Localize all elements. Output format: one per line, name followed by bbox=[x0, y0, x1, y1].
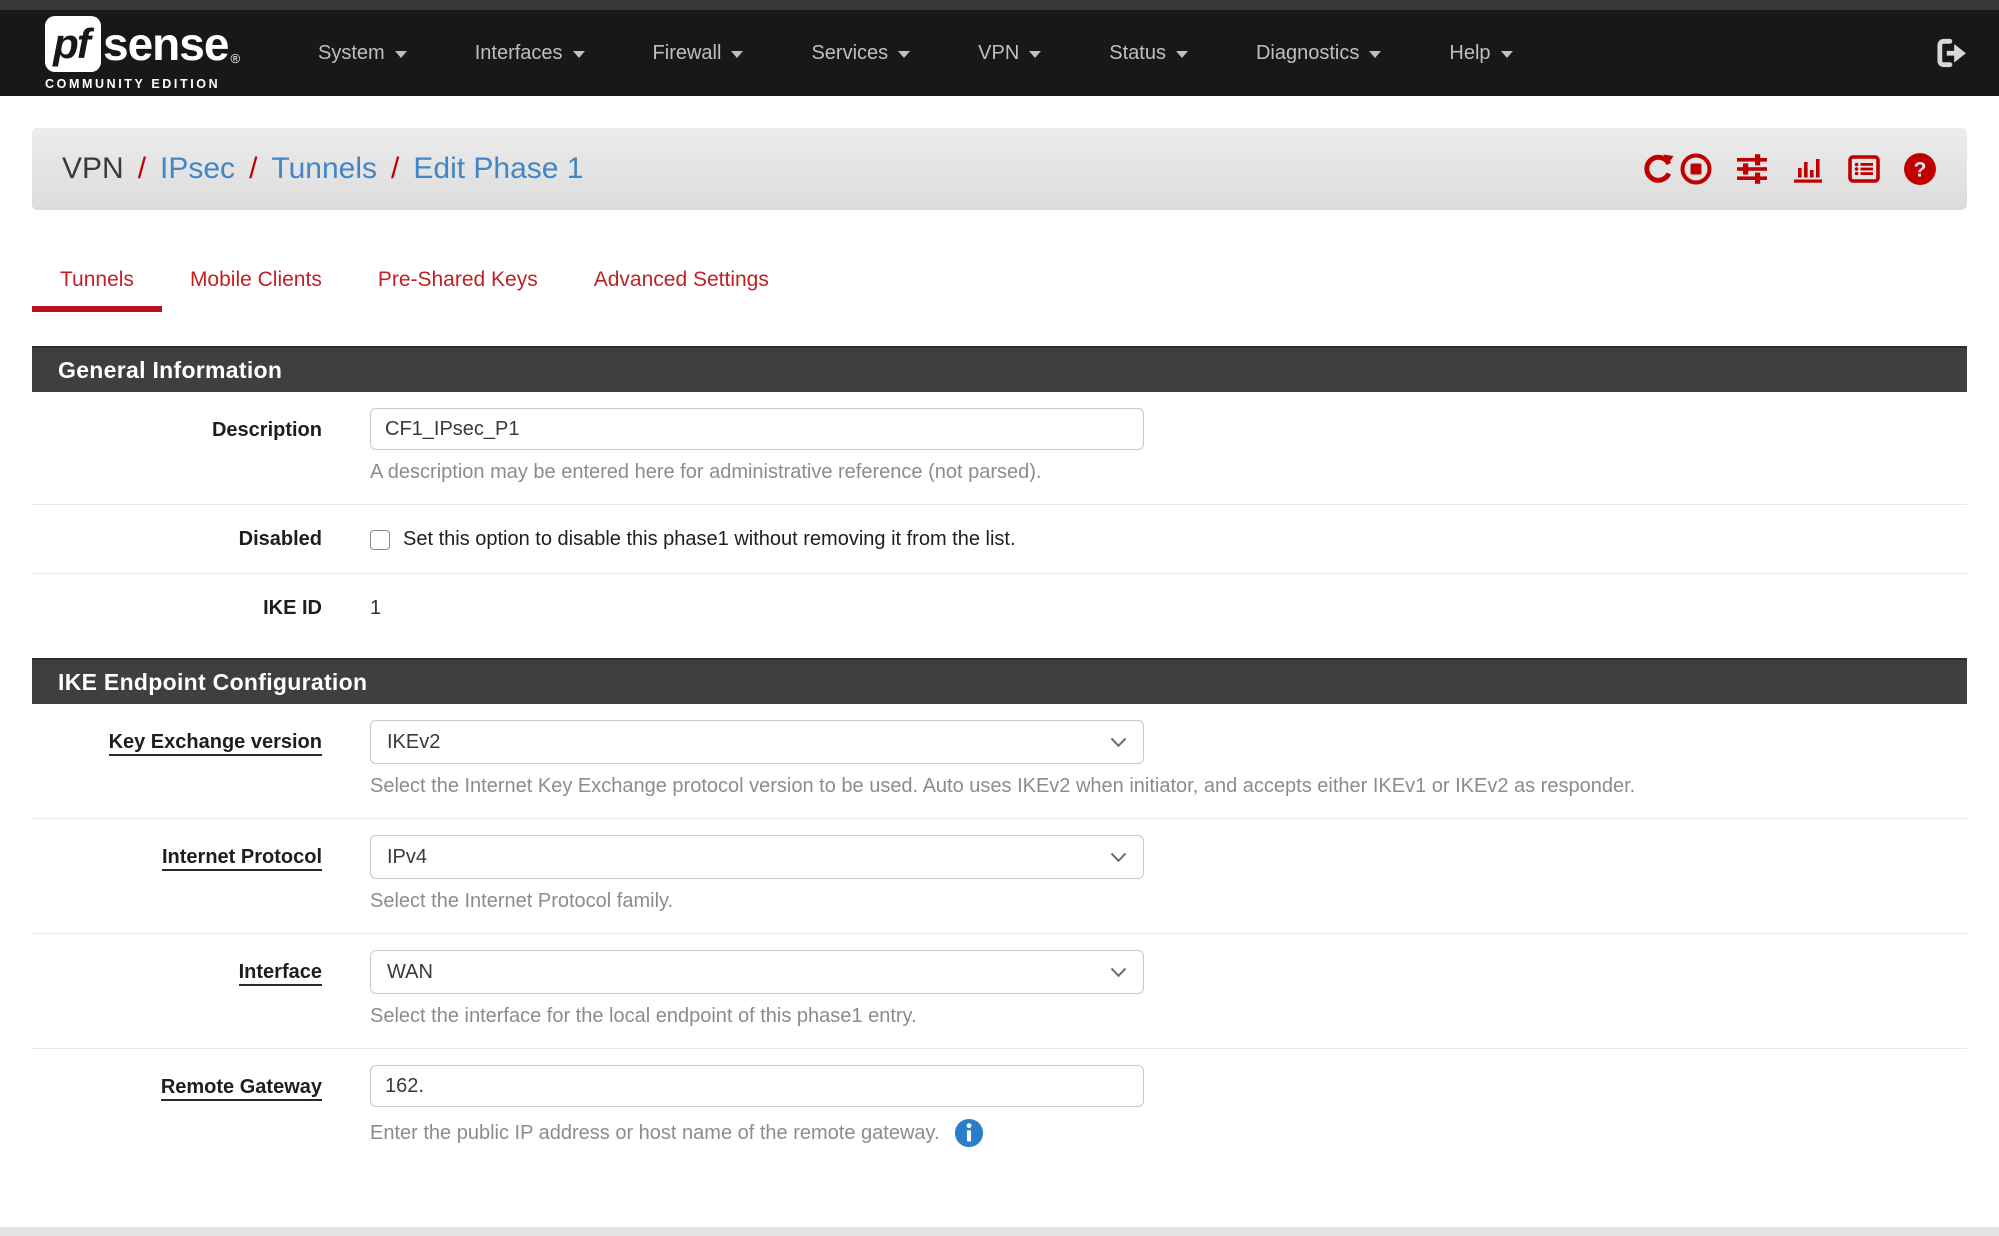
tab-advanced-settings[interactable]: Advanced Settings bbox=[566, 256, 797, 312]
description-help-text: A description may be entered here for ad… bbox=[370, 461, 1967, 484]
remote-gateway-row: Remote Gateway Enter the public IP addre… bbox=[32, 1048, 1967, 1168]
chevron-down-icon bbox=[1110, 737, 1127, 748]
breadcrumb-separator: / bbox=[249, 152, 257, 186]
menu-item-vpn[interactable]: VPN bbox=[978, 42, 1041, 65]
description-row: Description A description may be entered… bbox=[32, 392, 1967, 504]
disabled-label: Disabled bbox=[32, 505, 370, 573]
interface-select[interactable]: WAN bbox=[370, 950, 1144, 994]
menu-item-system[interactable]: System bbox=[318, 42, 407, 65]
info-icon[interactable] bbox=[954, 1118, 984, 1148]
chevron-down-icon bbox=[898, 51, 910, 58]
ike-id-row: IKE ID 1 bbox=[32, 573, 1967, 642]
remote-gateway-input[interactable] bbox=[370, 1065, 1144, 1107]
chevron-down-icon bbox=[731, 51, 743, 58]
interface-label: Interface bbox=[32, 934, 370, 1048]
internet-protocol-row: Internet Protocol IPv4 Select the Intern… bbox=[32, 818, 1967, 933]
tab-tunnels[interactable]: Tunnels bbox=[32, 256, 162, 312]
next-row-edge bbox=[0, 1227, 1999, 1236]
menu-item-help[interactable]: Help bbox=[1449, 42, 1512, 65]
interface-help-text: Select the interface for the local endpo… bbox=[370, 1005, 1967, 1028]
main-menu: System Interfaces Firewall Services VPN … bbox=[318, 42, 1933, 65]
logo-sense-text: sense bbox=[103, 17, 228, 71]
key-exchange-label: Key Exchange version bbox=[32, 704, 370, 818]
svg-text:?: ? bbox=[1914, 157, 1927, 181]
chevron-down-icon bbox=[395, 51, 407, 58]
chevron-down-icon bbox=[1369, 51, 1381, 58]
chevron-down-icon bbox=[1110, 852, 1127, 863]
menu-item-firewall[interactable]: Firewall bbox=[653, 42, 744, 65]
chevron-down-icon bbox=[1110, 967, 1127, 978]
pfsense-logo[interactable]: pf sense ® COMMUNITY EDITION bbox=[45, 16, 240, 91]
page-header-bar: VPN / IPsec / Tunnels / Edit Phase 1 bbox=[32, 128, 1967, 210]
help-question-icon[interactable]: ? bbox=[1903, 152, 1937, 186]
key-exchange-help-text: Select the Internet Key Exchange protoco… bbox=[370, 775, 1967, 798]
sliders-icon[interactable] bbox=[1735, 152, 1769, 186]
ike-id-label: IKE ID bbox=[32, 574, 370, 642]
menu-item-status[interactable]: Status bbox=[1109, 42, 1188, 65]
logout-button[interactable] bbox=[1933, 36, 1969, 70]
breadcrumb: VPN / IPsec / Tunnels / Edit Phase 1 bbox=[62, 152, 584, 186]
tab-mobile-clients[interactable]: Mobile Clients bbox=[162, 256, 350, 312]
breadcrumb-separator: / bbox=[138, 152, 146, 186]
ike-id-value: 1 bbox=[370, 597, 381, 619]
disabled-checkbox[interactable] bbox=[370, 530, 390, 550]
menu-item-interfaces[interactable]: Interfaces bbox=[475, 42, 585, 65]
menu-item-services[interactable]: Services bbox=[811, 42, 910, 65]
log-list-icon[interactable] bbox=[1847, 152, 1881, 186]
pf-logo-mark: pf bbox=[45, 16, 101, 72]
pfsense-page: pf sense ® COMMUNITY EDITION System Inte… bbox=[0, 0, 1999, 1236]
ike-endpoint-panel: IKE Endpoint Configuration Key Exchange … bbox=[32, 658, 1967, 1168]
chevron-down-icon bbox=[1029, 51, 1041, 58]
general-information-panel: General Information Description A descri… bbox=[32, 346, 1967, 642]
stop-circle-icon[interactable] bbox=[1679, 152, 1713, 186]
sign-out-icon bbox=[1933, 36, 1969, 70]
panel-title: General Information bbox=[32, 346, 1967, 392]
description-input[interactable] bbox=[370, 408, 1144, 450]
breadcrumb-link-edit-phase1[interactable]: Edit Phase 1 bbox=[413, 152, 583, 186]
registered-mark: ® bbox=[230, 51, 240, 66]
internet-protocol-help-text: Select the Internet Protocol family. bbox=[370, 890, 1967, 913]
bar-chart-icon[interactable] bbox=[1791, 152, 1825, 186]
disabled-checkbox-label: Set this option to disable this phase1 w… bbox=[403, 528, 1016, 551]
interface-row: Interface WAN Select the interface for t… bbox=[32, 933, 1967, 1048]
tab-pre-shared-keys[interactable]: Pre-Shared Keys bbox=[350, 256, 566, 312]
description-label: Description bbox=[32, 392, 370, 504]
header-action-icons: ? bbox=[1641, 152, 1937, 186]
key-exchange-row: Key Exchange version IKEv2 Select the In… bbox=[32, 704, 1967, 818]
internet-protocol-label: Internet Protocol bbox=[32, 819, 370, 933]
breadcrumb-link-ipsec[interactable]: IPsec bbox=[160, 152, 235, 186]
breadcrumb-link-tunnels[interactable]: Tunnels bbox=[271, 152, 377, 186]
panel-title: IKE Endpoint Configuration bbox=[32, 658, 1967, 704]
breadcrumb-separator: / bbox=[391, 152, 399, 186]
tab-bar: Tunnels Mobile Clients Pre-Shared Keys A… bbox=[0, 256, 1999, 312]
remote-gateway-label: Remote Gateway bbox=[32, 1049, 370, 1168]
remote-gateway-help-text: Enter the public IP address or host name… bbox=[370, 1118, 1967, 1148]
refresh-icon[interactable] bbox=[1641, 152, 1675, 186]
menu-item-diagnostics[interactable]: Diagnostics bbox=[1256, 42, 1381, 65]
logo-subtitle: COMMUNITY EDITION bbox=[45, 77, 240, 91]
breadcrumb-root: VPN bbox=[62, 152, 124, 186]
disabled-row: Disabled Set this option to disable this… bbox=[32, 504, 1967, 573]
chevron-down-icon bbox=[1176, 51, 1188, 58]
key-exchange-select[interactable]: IKEv2 bbox=[370, 720, 1144, 764]
chevron-down-icon bbox=[573, 51, 585, 58]
navbar: pf sense ® COMMUNITY EDITION System Inte… bbox=[0, 10, 1999, 96]
chevron-down-icon bbox=[1501, 51, 1513, 58]
window-top-strip bbox=[0, 0, 1999, 10]
internet-protocol-select[interactable]: IPv4 bbox=[370, 835, 1144, 879]
